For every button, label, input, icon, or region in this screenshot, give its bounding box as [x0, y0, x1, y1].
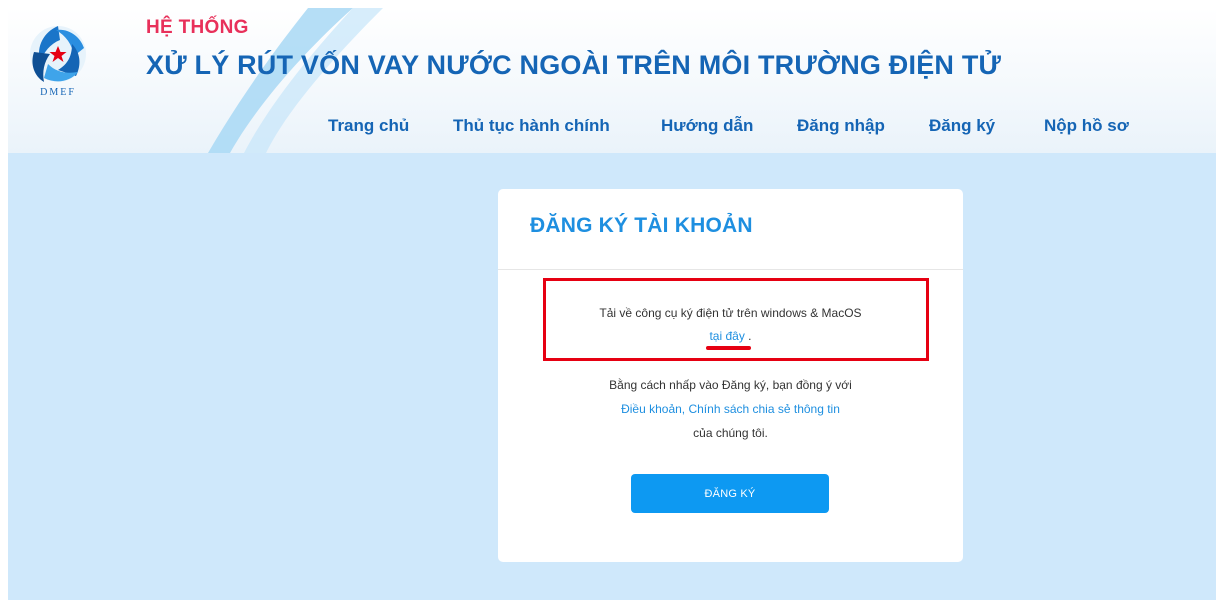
- red-underline-mark: [706, 346, 751, 350]
- terms-suffix: của chúng tôi.: [693, 426, 768, 440]
- site-header: DMEF HỆ THỐNG XỬ LÝ RÚT VỐN VAY NƯỚC NGO…: [8, 8, 1216, 153]
- nav-item-login[interactable]: Đăng nhập: [797, 116, 885, 136]
- nav-item-register[interactable]: Đăng ký: [929, 116, 995, 136]
- download-link[interactable]: tại đây: [709, 329, 744, 343]
- nav-item-submit-dossier[interactable]: Nộp hồ sơ: [1044, 116, 1129, 136]
- system-label: HỆ THỐNG: [146, 17, 249, 38]
- nav-item-home[interactable]: Trang chủ: [328, 116, 409, 136]
- page-frame: DMEF HỆ THỐNG XỬ LÝ RÚT VỐN VAY NƯỚC NGO…: [8, 8, 1216, 600]
- dmef-logo-icon: DMEF: [30, 26, 86, 98]
- register-card: ĐĂNG KÝ TÀI KHOẢN Tải về công cụ ký điện…: [498, 189, 963, 562]
- terms-prefix: Bằng cách nhấp vào Đăng ký, bạn đồng ý v…: [609, 378, 852, 392]
- logo-text: DMEF: [40, 87, 76, 98]
- nav-item-guide[interactable]: Hướng dẫn: [661, 116, 753, 136]
- register-button[interactable]: ĐĂNG KÝ: [631, 474, 829, 513]
- download-text: Tải về công cụ ký điện tử trên windows &…: [599, 306, 862, 320]
- download-link-line: tại đây .: [498, 329, 963, 343]
- terms-link[interactable]: Điều khoản, Chính sách chia sẻ thông tin: [498, 402, 963, 416]
- download-suffix: .: [748, 329, 752, 343]
- card-title: ĐĂNG KÝ TÀI KHOẢN: [530, 214, 753, 237]
- nav-item-procedures[interactable]: Thủ tục hành chính: [453, 116, 610, 136]
- card-divider: [498, 269, 963, 270]
- system-title: XỬ LÝ RÚT VỐN VAY NƯỚC NGOÀI TRÊN MÔI TR…: [146, 50, 1002, 80]
